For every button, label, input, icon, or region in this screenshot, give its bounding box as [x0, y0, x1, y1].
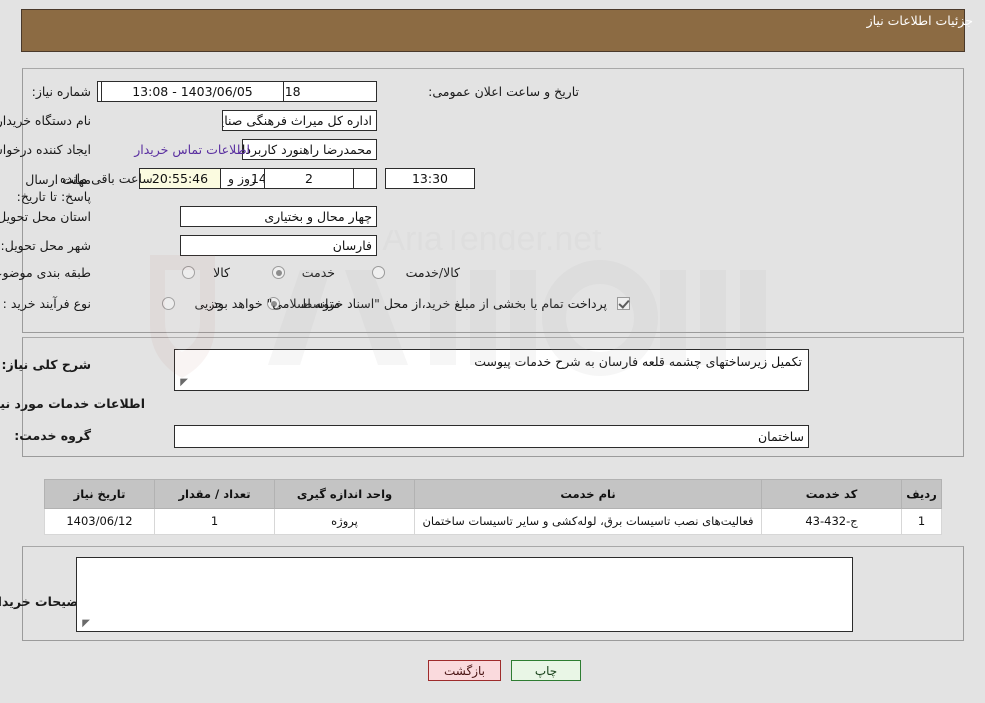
treasury-note-text: پرداخت تمام یا بخشی از مبلغ خرید،از محل … — [208, 296, 607, 311]
radio-category-khedmat[interactable] — [272, 266, 285, 279]
radio-category-kala-khedmat-label: کالا/خدمت — [405, 265, 460, 280]
page-title: جزئیات اطلاعات نیاز — [866, 13, 973, 28]
resize-grip-icon[interactable]: ◤ — [178, 378, 188, 388]
cell-index: 1 — [901, 508, 942, 535]
radio-category-kala-label: کالا — [213, 265, 230, 280]
remaining-countdown-label: ساعت باقی مانده — [60, 171, 153, 186]
cell-name: فعالیت‌های نصب تاسیسات برق، لوله‌کشی و س… — [414, 508, 762, 535]
table-row[interactable]: 1 ج-432-43 فعالیت‌های نصب تاسیسات برق، ل… — [44, 508, 942, 535]
category-label: طبقه بندی موضوعی: — [0, 265, 91, 280]
col-date: تاریخ نیاز — [44, 479, 155, 509]
service-group-label: گروه خدمت: — [14, 428, 91, 443]
general-description-value[interactable]: تکمیل زیرساختهای چشمه قلعه فارسان به شرح… — [174, 349, 809, 391]
remaining-days-value[interactable]: 2 — [264, 168, 354, 189]
remaining-days-label: روز و — [228, 171, 257, 186]
col-unit: واحد اندازه گیری — [274, 479, 415, 509]
print-button[interactable]: چاپ — [511, 660, 581, 681]
province-value[interactable]: چهار محال و بختیاری — [180, 206, 377, 227]
cell-quantity: 1 — [154, 508, 275, 535]
treasury-note-checkbox[interactable] — [617, 297, 630, 310]
back-button[interactable]: بازگشت — [428, 660, 501, 681]
radio-category-khedmat-label: خدمت — [301, 265, 335, 280]
need-summary-panel — [22, 68, 964, 333]
general-description-label: شرح کلی نیاز: — [1, 357, 91, 372]
process-type-label: نوع فرآیند خرید : — [2, 296, 91, 311]
cell-unit: پروژه — [274, 508, 415, 535]
announce-datetime-value[interactable]: 1403/06/05 - 13:08 — [101, 81, 284, 102]
page-root: جزئیات اطلاعات نیاز AriaTender.net شماره… — [0, 0, 985, 703]
buyer-org-label: نام دستگاه خریدار: — [0, 113, 91, 128]
general-description-text: تکمیل زیرساختهای چشمه قلعه فارسان به شرح… — [474, 354, 802, 369]
col-code: کد خدمت — [761, 479, 902, 509]
radio-process-jozei[interactable] — [162, 297, 175, 310]
requester-label: ایجاد کننده درخواست: — [0, 142, 91, 157]
services-table: ردیف کد خدمت نام خدمت واحد اندازه گیری ت… — [44, 479, 942, 535]
cell-date: 1403/06/12 — [44, 508, 155, 535]
city-value[interactable]: فارسان — [180, 235, 377, 256]
services-info-heading: اطلاعات خدمات مورد نیاز — [0, 396, 145, 411]
service-group-value[interactable]: ساختمان — [174, 425, 809, 448]
radio-category-kala-khedmat[interactable] — [372, 266, 385, 279]
announce-datetime-label: تاریخ و ساعت اعلان عمومی: — [428, 84, 579, 99]
city-label: شهر محل تحویل: — [0, 238, 91, 253]
col-name: نام خدمت — [414, 479, 762, 509]
resize-grip-icon-notes[interactable]: ◤ — [80, 619, 90, 629]
table-header-row: ردیف کد خدمت نام خدمت واحد اندازه گیری ت… — [44, 479, 942, 509]
buyer-contact-link[interactable]: اطلاعات تماس خریدار — [134, 142, 250, 157]
need-number-label: شماره نیاز: — [31, 84, 91, 99]
buyer-org-value[interactable]: اداره کل میراث فرهنگی صنایع دستی و گردشگ… — [222, 110, 377, 131]
province-label: استان محل تحویل: — [0, 209, 91, 224]
radio-category-kala[interactable] — [182, 266, 195, 279]
col-index: ردیف — [901, 479, 942, 509]
page-header-bar — [21, 9, 965, 52]
col-quantity: تعداد / مقدار — [154, 479, 275, 509]
requester-value[interactable]: محمدرضا راهنورد کاربرداز اداره کل میراث … — [242, 139, 377, 160]
cell-code: ج-432-43 — [761, 508, 902, 535]
buyer-notes-value[interactable]: ◤ — [76, 557, 853, 632]
deadline-time-value[interactable]: 13:30 — [385, 168, 475, 189]
